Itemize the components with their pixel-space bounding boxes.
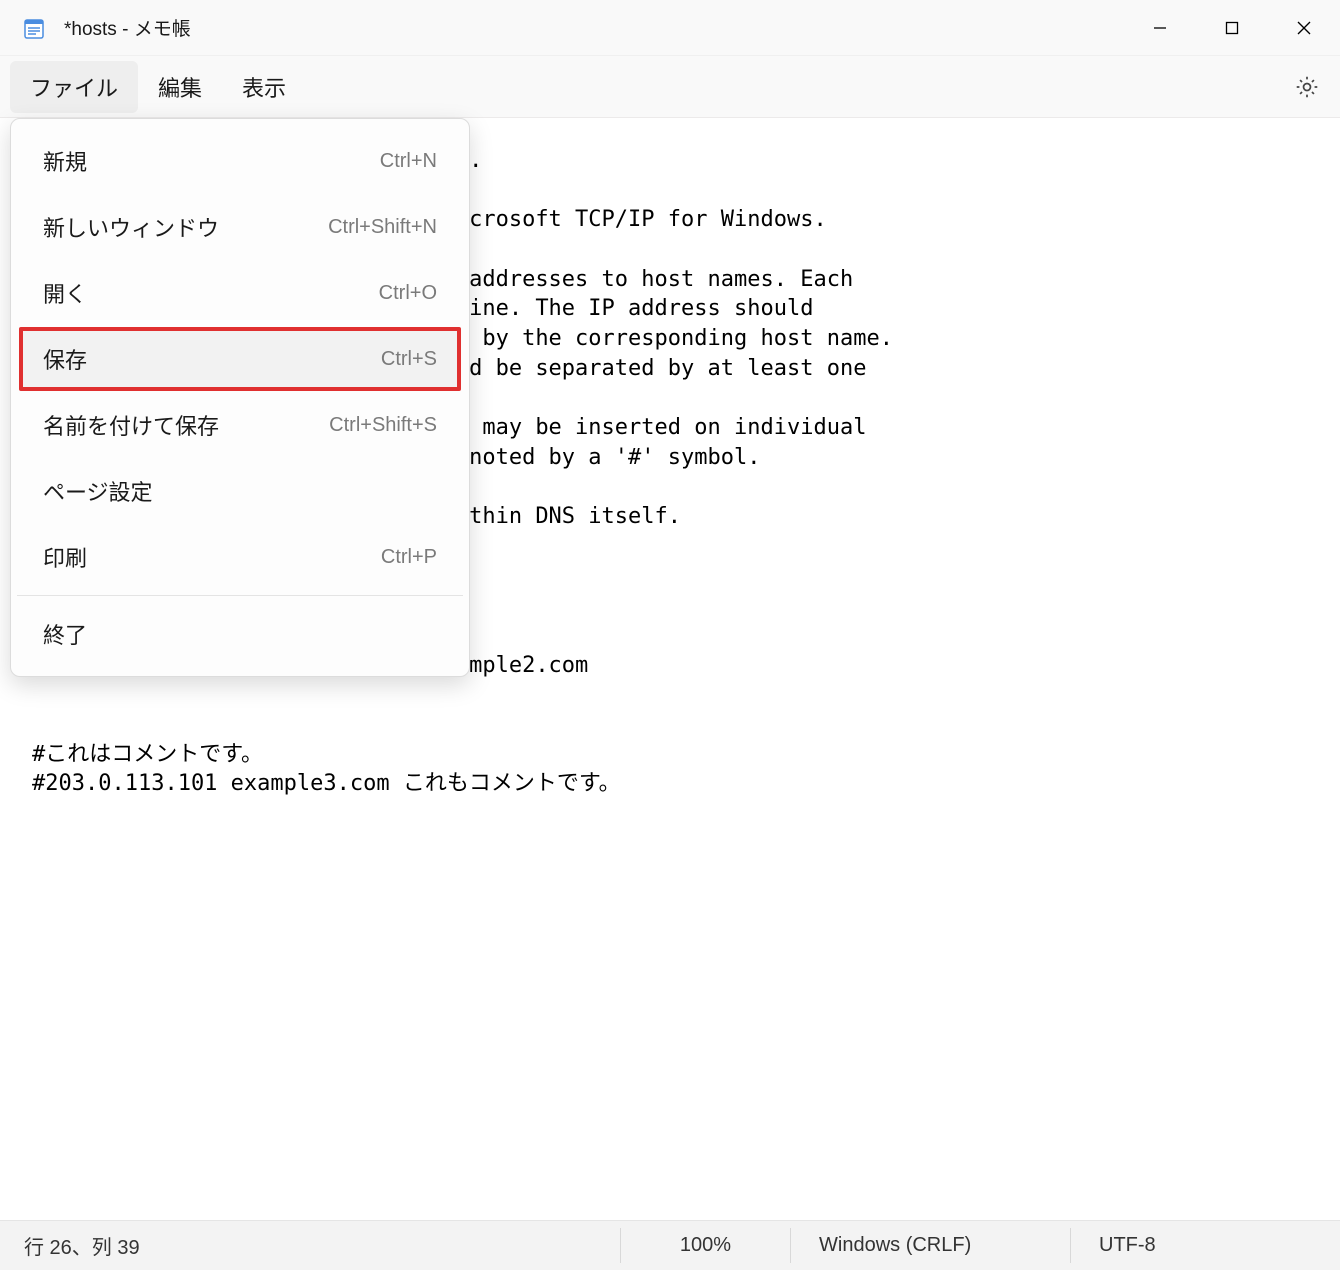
titlebar: *hosts - メモ帳 [0,0,1340,56]
menubar: ファイル 編集 表示 [0,56,1340,118]
maximize-button[interactable] [1196,0,1268,55]
window-controls [1124,0,1340,55]
menu-item-label: 保存 [43,343,87,375]
menu-file[interactable]: ファイル [10,61,138,113]
notepad-icon [22,16,46,40]
menu-item-page-setup[interactable]: ページ設定 [19,459,461,523]
status-encoding: UTF-8 [1070,1228,1340,1262]
menu-item-label: 新規 [43,145,87,177]
menu-item-shortcut: Ctrl+N [380,150,437,173]
statusbar: 行 26、列 39 100% Windows (CRLF) UTF-8 [0,1220,1340,1270]
settings-button[interactable] [1284,64,1330,110]
menu-item-exit[interactable]: 終了 [19,602,461,666]
menu-item-label: 印刷 [43,541,87,573]
menu-item-new-window[interactable]: 新しいウィンドウ Ctrl+Shift+N [19,195,461,259]
file-menu-dropdown: 新規 Ctrl+N 新しいウィンドウ Ctrl+Shift+N 開く Ctrl+… [10,118,470,677]
window-title: *hosts - メモ帳 [64,14,1124,41]
menu-edit[interactable]: 編集 [138,61,222,113]
menu-item-shortcut: Ctrl+S [381,348,437,371]
minimize-button[interactable] [1124,0,1196,55]
menu-item-print[interactable]: 印刷 Ctrl+P [19,525,461,589]
menu-item-label: 新しいウィンドウ [43,211,219,243]
menu-view[interactable]: 表示 [222,61,306,113]
close-button[interactable] [1268,0,1340,55]
menu-item-label: ページ設定 [43,475,153,507]
menu-item-label: 名前を付けて保存 [43,409,219,441]
status-line-ending: Windows (CRLF) [790,1228,1070,1262]
menu-item-label: 開く [43,277,87,309]
status-position: 行 26、列 39 [0,1228,620,1262]
menu-item-open[interactable]: 開く Ctrl+O [19,261,461,325]
menu-item-shortcut: Ctrl+Shift+S [329,414,437,437]
menu-item-shortcut: Ctrl+P [381,546,437,569]
status-zoom: 100% [620,1228,790,1262]
menu-item-shortcut: Ctrl+O [379,282,437,305]
menu-item-save[interactable]: 保存 Ctrl+S [19,327,461,391]
menu-divider [17,595,463,596]
menu-item-label: 終了 [43,618,87,650]
menu-item-save-as[interactable]: 名前を付けて保存 Ctrl+Shift+S [19,393,461,457]
menu-item-new[interactable]: 新規 Ctrl+N [19,129,461,193]
menu-item-shortcut: Ctrl+Shift+N [328,216,437,239]
